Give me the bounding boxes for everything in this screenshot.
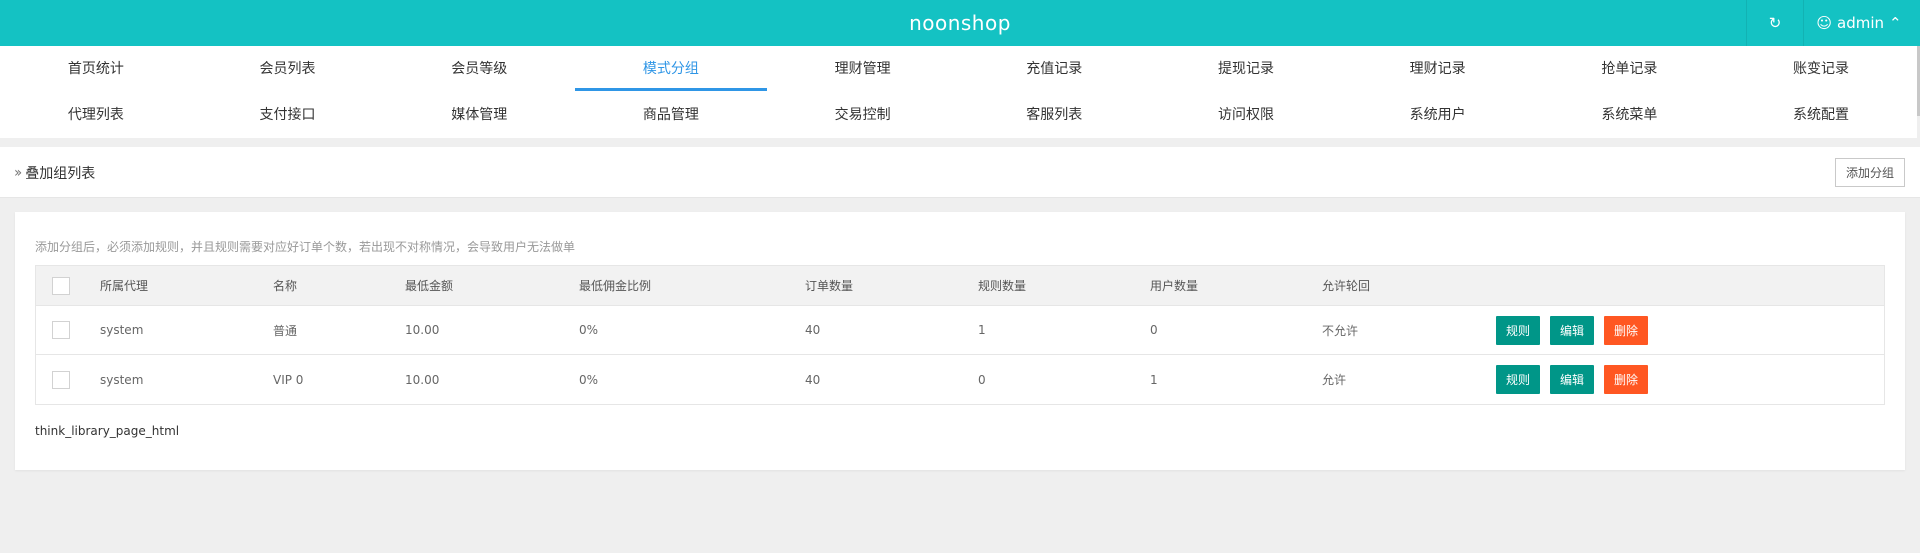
add-group-button[interactable]: 添加分组 <box>1835 158 1905 187</box>
content-card: 添加分组后，必须添加规则，并且规则需要对应好订单个数，若出现不对称情况，会导致用… <box>15 212 1905 470</box>
nav-item-agent-list[interactable]: 代理列表 <box>0 92 192 138</box>
top-header: noonshop ↻ ☺ admin ⌃ <box>0 0 1920 46</box>
select-all-checkbox[interactable] <box>52 276 70 295</box>
cell-min-amount: 10.00 <box>405 372 440 387</box>
nav-item-payment-api[interactable]: 支付接口 <box>192 92 384 138</box>
row-actions: 规则 编辑 删除 <box>1496 365 1648 394</box>
nav-item-access[interactable]: 访问权限 <box>1150 92 1342 138</box>
row-checkbox[interactable] <box>52 321 70 339</box>
table-row: system 普通 10.00 0% 40 1 0 不允许 规则 编辑 删除 <box>36 306 1884 355</box>
cell-name: 普通 <box>273 323 298 338</box>
double-chevron-right-icon: ›› <box>14 164 22 181</box>
user-name: admin <box>1837 14 1885 32</box>
nav-item-member-level[interactable]: 会员等级 <box>383 46 575 92</box>
refresh-icon: ↻ <box>1768 14 1782 32</box>
header-orders: 订单数量 <box>805 279 854 293</box>
notice-text: 添加分组后，必须添加规则，并且规则需要对应好订单个数，若出现不对称情况，会导致用… <box>35 240 576 254</box>
nav-item-withdraw-records[interactable]: 提现记录 <box>1150 46 1342 92</box>
main-nav: 首页统计 会员列表 会员等级 模式分组 理财管理 充值记录 提现记录 理财记录 … <box>0 46 1917 138</box>
cell-min-rate: 0% <box>579 372 599 387</box>
breadcrumb: ›› 叠加组列表 <box>14 147 95 198</box>
cell-agent: system <box>100 323 144 337</box>
nav-item-home-stats[interactable]: 首页统计 <box>0 46 192 92</box>
header-min-amount: 最低金额 <box>405 279 454 293</box>
nav-item-grab-records[interactable]: 抢单记录 <box>1534 46 1726 92</box>
nav-item-mode-group[interactable]: 模式分组 <box>575 46 767 92</box>
cell-allow-return: 允许 <box>1322 373 1347 387</box>
delete-button[interactable]: 删除 <box>1604 365 1648 394</box>
brand-title: noonshop <box>909 11 1011 35</box>
rule-button[interactable]: 规则 <box>1496 315 1540 345</box>
breadcrumb-bar: ›› 叠加组列表 添加分组 <box>0 147 1920 198</box>
user-icon: ☺ <box>1816 14 1833 32</box>
header-agent: 所属代理 <box>100 279 149 293</box>
delete-button[interactable]: 删除 <box>1604 315 1648 345</box>
header-rules: 规则数量 <box>978 279 1027 293</box>
cell-rules: 1 <box>978 323 986 337</box>
header-allow-return: 允许轮回 <box>1322 279 1371 293</box>
nav-item-support-list[interactable]: 客服列表 <box>958 92 1150 138</box>
nav-item-media[interactable]: 媒体管理 <box>383 92 575 138</box>
cell-name: VIP 0 <box>273 372 304 387</box>
nav-row-2: 代理列表 支付接口 媒体管理 商品管理 交易控制 客服列表 访问权限 系统用户 … <box>0 92 1917 138</box>
refresh-button[interactable]: ↻ <box>1746 0 1803 46</box>
user-menu-button[interactable]: ☺ admin ⌃ <box>1803 0 1920 46</box>
cell-allow-return: 不允许 <box>1322 323 1359 338</box>
nav-item-member-list[interactable]: 会员列表 <box>192 46 384 92</box>
pager-placeholder: think_library_page_html <box>35 424 180 438</box>
edit-button[interactable]: 编辑 <box>1550 365 1594 394</box>
header-name: 名称 <box>273 279 298 293</box>
nav-item-system-config[interactable]: 系统配置 <box>1725 92 1917 138</box>
row-checkbox[interactable] <box>52 370 70 389</box>
table-header: 所属代理 名称 最低金额 最低佣金比例 订单数量 规则数量 用户数量 允许轮回 <box>36 266 1884 306</box>
nav-item-system-users[interactable]: 系统用户 <box>1342 92 1534 138</box>
header-min-rate: 最低佣金比例 <box>579 279 652 293</box>
nav-item-products[interactable]: 商品管理 <box>575 92 767 138</box>
header-users: 用户数量 <box>1150 279 1199 293</box>
cell-agent: system <box>100 372 144 387</box>
nav-item-finance-records[interactable]: 理财记录 <box>1342 46 1534 92</box>
group-table: 所属代理 名称 最低金额 最低佣金比例 订单数量 规则数量 用户数量 允许轮回 … <box>35 265 1885 405</box>
nav-item-account-changes[interactable]: 账变记录 <box>1725 46 1917 92</box>
nav-item-recharge-records[interactable]: 充值记录 <box>958 46 1150 92</box>
cell-rules: 0 <box>978 372 986 387</box>
cell-orders: 40 <box>805 323 821 337</box>
chevron-up-icon: ⌃ <box>1889 14 1902 32</box>
row-actions: 规则 编辑 删除 <box>1496 315 1648 345</box>
nav-item-trade-control[interactable]: 交易控制 <box>767 92 959 138</box>
header-actions: ↻ ☺ admin ⌃ <box>1746 0 1920 46</box>
page-title: 叠加组列表 <box>25 165 96 182</box>
rule-button[interactable]: 规则 <box>1496 365 1540 394</box>
edit-button[interactable]: 编辑 <box>1550 315 1594 345</box>
table-row: system VIP 0 10.00 0% 40 0 1 允许 规则 编辑 删除 <box>36 355 1884 404</box>
nav-item-system-menu[interactable]: 系统菜单 <box>1534 92 1726 138</box>
nav-row-1: 首页统计 会员列表 会员等级 模式分组 理财管理 充值记录 提现记录 理财记录 … <box>0 46 1917 92</box>
cell-min-amount: 10.00 <box>405 323 440 337</box>
cell-users: 1 <box>1150 372 1158 387</box>
nav-item-finance[interactable]: 理财管理 <box>767 46 959 92</box>
cell-users: 0 <box>1150 323 1158 337</box>
cell-orders: 40 <box>805 372 821 387</box>
cell-min-rate: 0% <box>579 323 599 337</box>
